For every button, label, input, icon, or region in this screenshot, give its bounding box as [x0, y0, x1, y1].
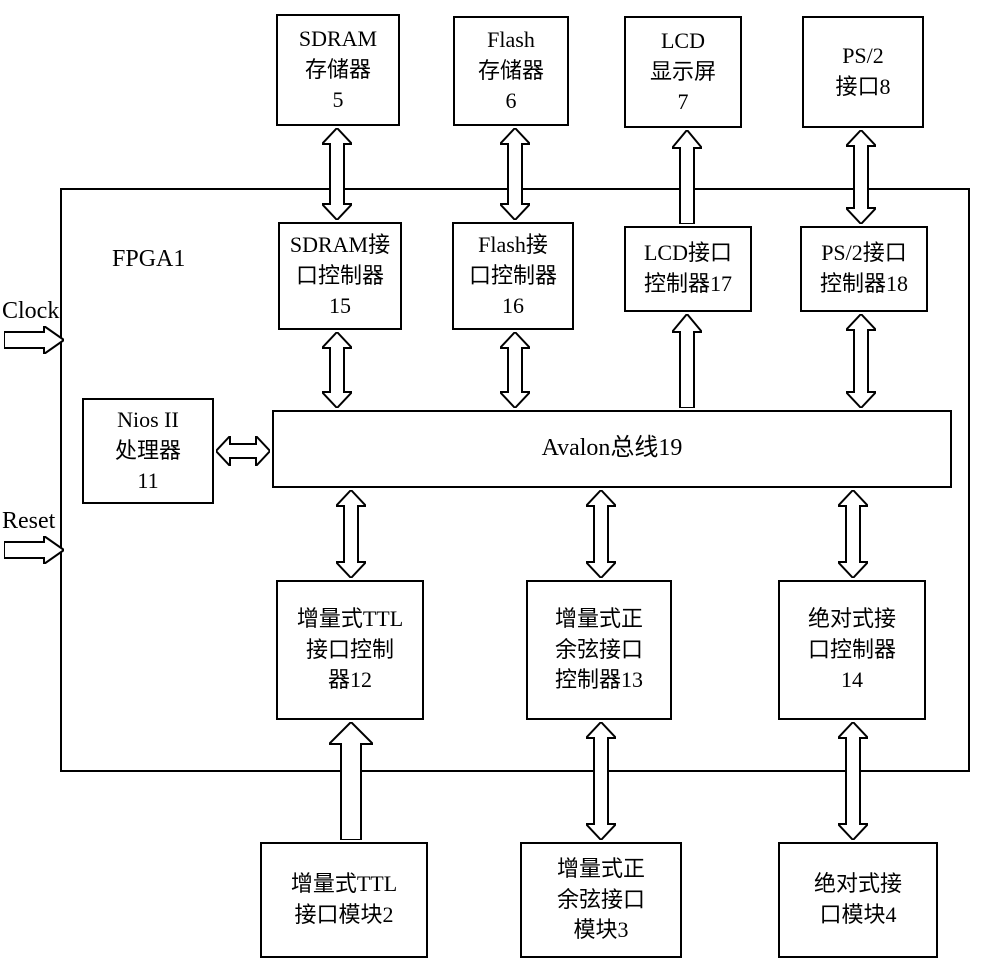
- lcd-display: LCD显示屏7: [624, 16, 742, 128]
- sdram-ext-arrow: [322, 128, 352, 220]
- flash-ext-arrow: [500, 128, 530, 220]
- flash-bus-arrow: [500, 332, 530, 408]
- abs-controller: 绝对式接口控制器14: [778, 580, 926, 720]
- reset-label: Reset: [2, 508, 55, 535]
- ps2-bus-arrow: [846, 314, 876, 408]
- clock-arrow: [4, 326, 64, 354]
- sincos-controller: 增量式正余弦接口控制器13: [526, 580, 672, 720]
- ps2-port: PS/2接口8: [802, 16, 924, 128]
- abs-module: 绝对式接口模块4: [778, 842, 938, 958]
- sincos-ext-arrow: [586, 722, 616, 840]
- sincos-module: 增量式正余弦接口模块3: [520, 842, 682, 958]
- flash-memory: Flash存储器6: [453, 16, 569, 126]
- abs-ext-arrow: [838, 722, 868, 840]
- nios-processor: Nios II处理器11: [82, 398, 214, 504]
- nios-bus-arrow: [216, 436, 270, 466]
- flash-controller: Flash接口控制器16: [452, 222, 574, 330]
- sdram-bus-arrow: [322, 332, 352, 408]
- ps2-ext-arrow: [846, 130, 876, 224]
- sdram-memory: SDRAM存储器5: [276, 14, 400, 126]
- reset-arrow: [4, 536, 64, 564]
- clock-label: Clock: [2, 298, 59, 325]
- abs-bus-arrow: [838, 490, 868, 578]
- sdram-controller: SDRAM接口控制器15: [278, 222, 402, 330]
- ps2-controller: PS/2接口控制器18: [800, 226, 928, 312]
- ttl-controller: 增量式TTL接口控制器12: [276, 580, 424, 720]
- ttl-module: 增量式TTL接口模块2: [260, 842, 428, 958]
- sincos-bus-arrow: [586, 490, 616, 578]
- lcd-ext-arrow: [672, 130, 702, 224]
- avalon-bus: Avalon总线19: [272, 410, 952, 488]
- ttl-ext-arrow: [329, 722, 373, 840]
- fpga-label: FPGA1: [112, 246, 185, 273]
- ttl-bus-arrow: [336, 490, 366, 578]
- lcd-controller: LCD接口控制器17: [624, 226, 752, 312]
- lcd-bus-arrow: [672, 314, 702, 408]
